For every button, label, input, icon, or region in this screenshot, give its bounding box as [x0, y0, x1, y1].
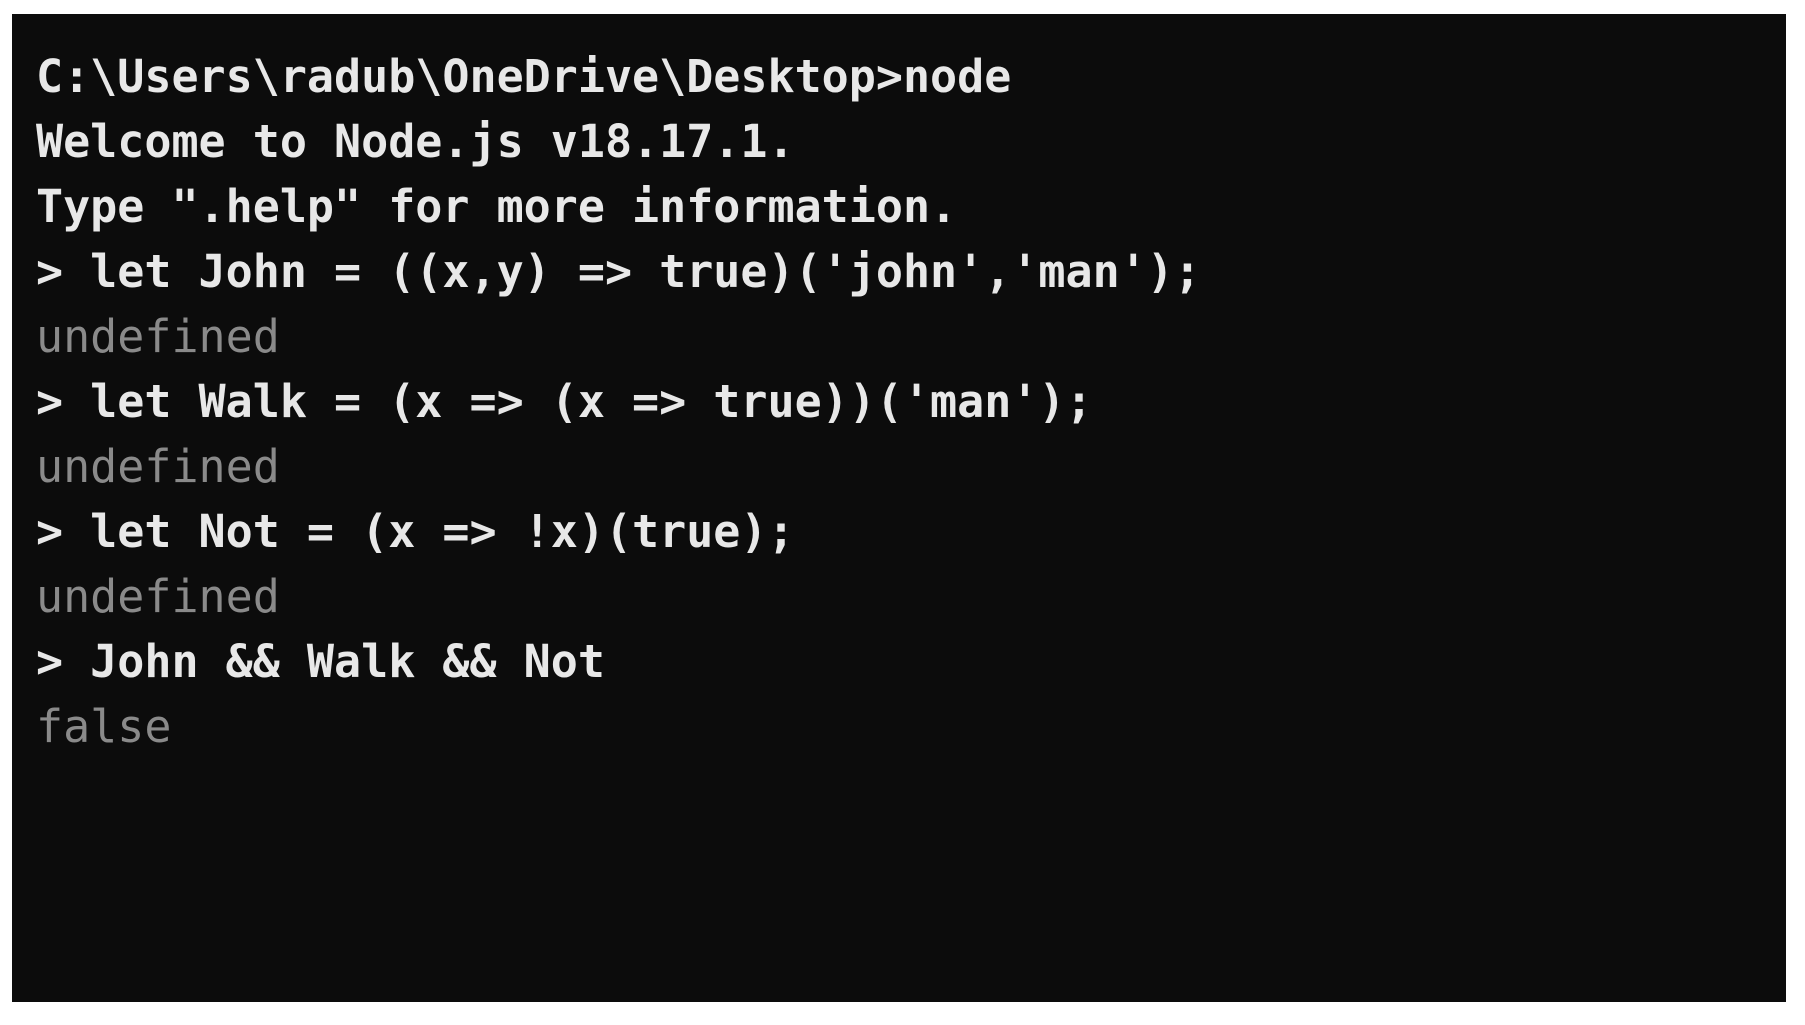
terminal-output-area[interactable]: C:\Users\radub\OneDrive\Desktop>node Wel… [36, 44, 1778, 1002]
terminal-line-output-undefined-1: undefined [36, 310, 280, 363]
terminal-line-input-walk: > let Walk = (x => (x => true))('man'); [36, 375, 1093, 428]
terminal-line-prompt-path: C:\Users\radub\OneDrive\Desktop>node [36, 50, 1012, 103]
terminal-line-input-conjunction: > John && Walk && Not [36, 635, 605, 688]
terminal-line-help-hint: Type ".help" for more information. [36, 180, 958, 233]
terminal-line-node-welcome: Welcome to Node.js v18.17.1. [36, 115, 795, 168]
terminal-window[interactable]: C:\Users\radub\OneDrive\Desktop>node Wel… [12, 14, 1786, 1002]
screen: C:\Users\radub\OneDrive\Desktop>node Wel… [0, 0, 1805, 1025]
terminal-line-output-false: false [36, 700, 172, 753]
terminal-line-output-undefined-3: undefined [36, 570, 280, 623]
terminal-line-input-john: > let John = ((x,y) => true)('john','man… [36, 245, 1201, 298]
terminal-cursor-row[interactable] [36, 759, 1778, 824]
terminal-line-input-not: > let Not = (x => !x)(true); [36, 505, 795, 558]
terminal-line-output-undefined-2: undefined [36, 440, 280, 493]
